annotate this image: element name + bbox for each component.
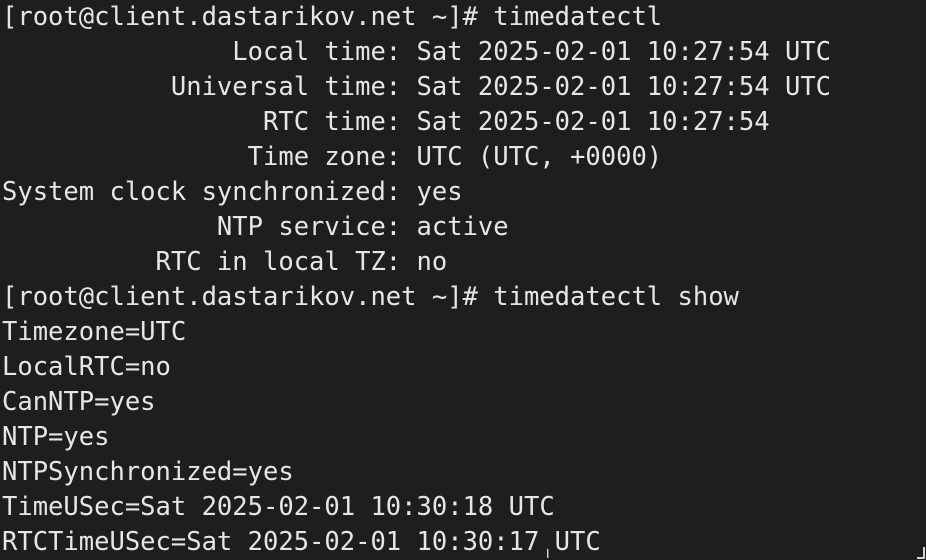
terminal-line-rtctimeusec: RTCTimeUSec=Sat 2025-02-01 10:30:17 UTC (2, 527, 601, 557)
terminal-line-clock-synchronized: System clock synchronized: yes (2, 177, 463, 207)
terminal-line-ntp: NTP=yes (2, 422, 110, 452)
terminal-window[interactable]: [root@client.dastarikov.net ~]# timedate… (0, 0, 926, 560)
ibeam-cursor-icon: Ⅰ (546, 547, 550, 560)
terminal-line-timeusec: TimeUSec=Sat 2025-02-01 10:30:18 UTC (2, 492, 555, 522)
terminal-line-rtc-time: RTC time: Sat 2025-02-01 10:27:54 (2, 107, 770, 137)
terminal-line-prompt-1: [root@client.dastarikov.net ~]# timedate… (2, 2, 663, 32)
terminal-line-ntp-service: NTP service: active (2, 212, 509, 242)
terminal-line-local-time: Local time: Sat 2025-02-01 10:27:54 UTC (2, 37, 832, 67)
terminal-line-timezone: Timezone=UTC (2, 317, 187, 347)
terminal-line-ntpsynchronized: NTPSynchronized=yes (2, 457, 294, 487)
terminal-line-universal-time: Universal time: Sat 2025-02-01 10:27:54 … (2, 72, 832, 102)
terminal-line-localrtc: LocalRTC=no (2, 352, 171, 382)
terminal-line-time-zone: Time zone: UTC (UTC, +0000) (2, 142, 663, 172)
resize-grip-icon[interactable] (917, 547, 925, 559)
terminal-line-rtc-local-tz: RTC in local TZ: no (2, 247, 448, 277)
terminal-line-canntp: CanNTP=yes (2, 387, 156, 417)
terminal-line-prompt-2: [root@client.dastarikov.net ~]# timedate… (2, 282, 739, 312)
